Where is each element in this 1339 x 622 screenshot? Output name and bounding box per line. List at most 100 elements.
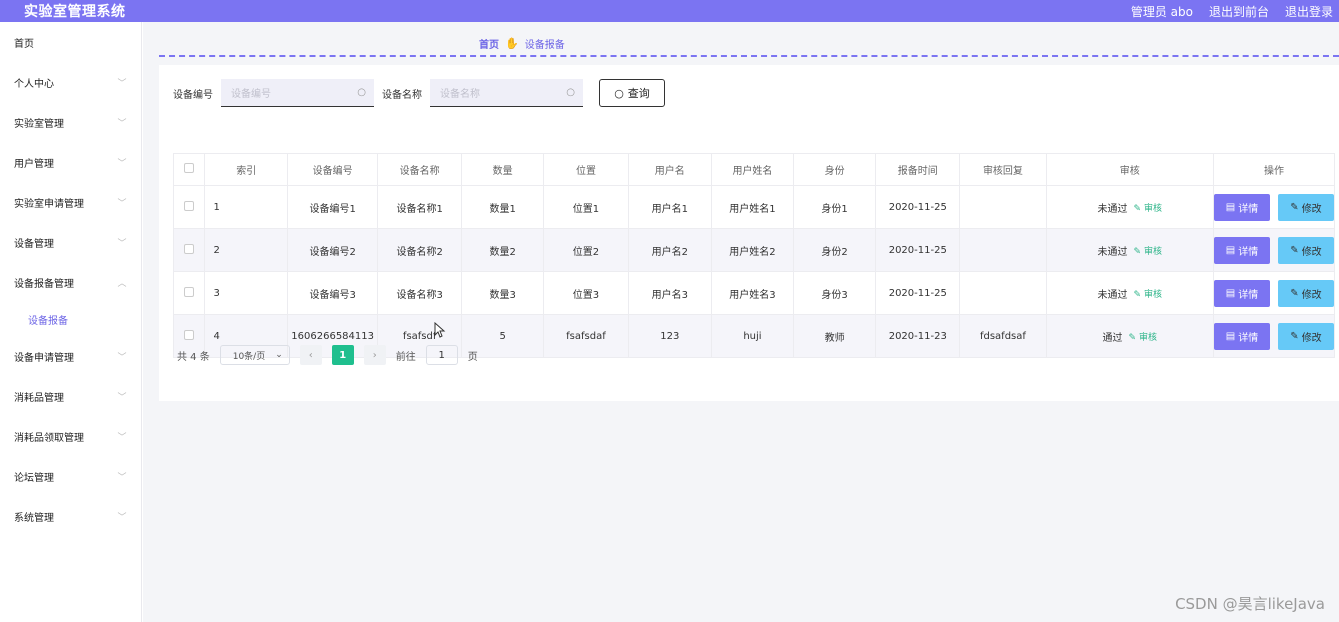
logout-link[interactable]: 退出登录 [1285,3,1333,20]
audit-status: 未通过 [1097,289,1128,301]
cell-reply [959,228,1047,272]
edit-button-label: 修改 [1301,332,1322,344]
edit-button[interactable]: ✎ 修改 [1278,279,1334,307]
device-code-input[interactable]: 设备编号 ○ [221,79,374,107]
chevron-down-icon: ﹀ [117,158,127,169]
table-row: 3 设备编号3 设备名称3 数量3 位置3 用户名3 用户姓名3 身份3 2020-11-25 未… [172,271,1335,315]
sidebar-item[interactable]: 实验室申请管理 ﹀ [0,182,141,222]
cell-qty: 数量1 [461,185,545,229]
sidebar-item[interactable]: 论坛管理 ﹀ [0,456,141,496]
audit-link[interactable]: ✎ 审核 [1129,330,1157,343]
dashed-divider [159,55,1339,57]
goto-page-input[interactable]: 1 [425,345,458,365]
sidebar-item[interactable]: 消耗品管理 ﹀ [0,376,141,416]
document-icon: ▤ [1225,201,1236,213]
sidebar-item-label: 设备报备 [28,315,68,327]
sidebar-item[interactable]: 个人中心 ﹀ [0,62,141,102]
audit-link[interactable]: ✎ 审核 [1134,244,1162,257]
audit-status: 通过 [1102,332,1123,344]
detail-button[interactable]: ▤ 详情 [1214,236,1270,264]
detail-button[interactable]: ▤ 详情 [1214,322,1270,350]
audit-link[interactable]: ✎ 审核 [1134,287,1162,300]
sidebar-item[interactable]: 系统管理 ﹀ [0,496,141,536]
search-label-name: 设备名称 [382,89,422,101]
column-header: 用户名 [627,153,712,186]
edit-button[interactable]: ✎ 修改 [1278,322,1334,350]
table-row: 1 设备编号1 设备名称1 数量1 位置1 用户名1 用户姓名1 身份1 2020-11-25 未… [172,185,1335,229]
cell-qty: 数量3 [461,271,545,315]
device-name-input[interactable]: 设备名称 ○ [430,79,583,107]
cell-audit: 未通过 ✎ 审核 [1045,228,1214,272]
sidebar-item[interactable]: 设备报备 [0,302,141,336]
detail-button[interactable]: ▤ 详情 [1214,193,1270,221]
row-checkbox[interactable] [184,200,195,211]
search-icon: ○ [357,87,366,98]
page-size-select[interactable]: 10条/页 ⌄ [219,345,290,365]
audit-status: 未通过 [1097,203,1128,215]
content-panel: 设备编号 设备编号 ○ 设备名称 设备名称 ○ ○ 查询 索引 设备编号 设备名称数… [159,65,1339,401]
header-actions: 管理员 abo 退出到前台 退出登录 [1131,3,1333,20]
table-header-row: 索引 设备编号 设备名称 数量 位置 用户名 用户姓名 身份 报备时间 审核回复 审核 操作 [172,153,1335,186]
sidebar-item[interactable]: 设备申请管理 ﹀ [0,336,141,376]
edit-pen-icon: ✎ [1133,246,1142,257]
row-checkbox[interactable] [184,329,195,340]
edit-button-label: 修改 [1301,289,1322,301]
column-header: 数量 [461,153,545,186]
cell-time: 2020-11-25 [875,185,961,229]
search-label-code: 设备编号 [173,89,213,101]
cell-location: fsafsdaf [543,314,629,358]
sidebar-item[interactable]: 实验室管理 ﹀ [0,102,141,142]
column-header: 审核 [1045,153,1214,186]
edit-button[interactable]: ✎ 修改 [1278,236,1334,264]
cell-audit: 未通过 ✎ 审核 [1045,271,1214,315]
row-select-cell [172,228,206,272]
device-code-placeholder: 设备编号 [231,89,271,100]
sidebar-item[interactable]: 设备管理 ﹀ [0,222,141,262]
row-checkbox[interactable] [184,286,195,297]
watermark: CSDN @昊言likeJava [1175,595,1325,613]
sidebar-item[interactable]: 用户管理 ﹀ [0,142,141,182]
column-header: 操作 [1213,153,1335,186]
sidebar-item-label: 论坛管理 [14,472,54,484]
detail-button[interactable]: ▤ 详情 [1214,279,1270,307]
next-page-button[interactable]: › [363,345,386,365]
audit-link-label: 审核 [1143,203,1162,214]
edit-button[interactable]: ✎ 修改 [1278,193,1334,221]
audit-link-label: 审核 [1143,246,1162,257]
detail-button-label: 详情 [1238,289,1259,301]
cell-role: 身份3 [793,271,877,315]
audit-link[interactable]: ✎ 审核 [1134,201,1162,214]
sidebar-item[interactable]: 首页 [0,22,141,62]
edit-pen-icon: ✎ [1290,201,1299,213]
edit-pen-icon: ✎ [1128,332,1137,343]
sidebar-item[interactable]: 设备报备管理 ︿ [0,262,141,302]
audit-status: 未通过 [1097,246,1128,258]
chevron-down-icon: ﹀ [117,512,127,523]
search-bar: 设备编号 设备编号 ○ 设备名称 设备名称 ○ ○ 查询 [173,79,665,107]
select-all-checkbox[interactable] [184,163,195,173]
mouse-cursor-icon [434,322,446,338]
pagination: 共 4 条 10条/页 ⌄ ‹ 1 › 前往 1 页 [177,345,478,365]
page-number-current[interactable]: 1 [331,345,354,365]
to-front-link[interactable]: 退出到前台 [1209,3,1269,20]
cell-reply: fdsafdsaf [959,314,1047,358]
query-button[interactable]: ○ 查询 [599,79,665,107]
cell-realname: 用户姓名3 [710,271,795,315]
prev-page-button[interactable]: ‹ [299,345,322,365]
cell-role: 身份2 [793,228,877,272]
row-checkbox[interactable] [184,243,195,254]
edit-pen-icon: ✎ [1290,287,1299,299]
page-unit: 页 [467,351,478,363]
cell-realname: 用户姓名2 [710,228,795,272]
sidebar: 首页 个人中心 ﹀ 实验室管理 ﹀ 用户管理 ﹀ 实验室申请管理 ﹀ 设备管理 ﹀ 设备报备管理 ︿ 设备… [0,22,142,622]
chevron-down-icon: ﹀ [117,432,127,443]
cell-code: 设备编号1 [287,185,379,229]
sidebar-item[interactable]: 消耗品领取管理 ﹀ [0,416,141,456]
audit-link-label: 审核 [1143,289,1162,300]
breadcrumb-home[interactable]: 首页 [479,36,499,51]
cell-realname: 用户姓名1 [710,185,795,229]
detail-button-label: 详情 [1238,332,1259,344]
document-icon: ▤ [1225,330,1236,342]
chevron-down-icon: ﹀ [117,238,127,249]
sidebar-item-label: 实验室申请管理 [14,198,84,210]
